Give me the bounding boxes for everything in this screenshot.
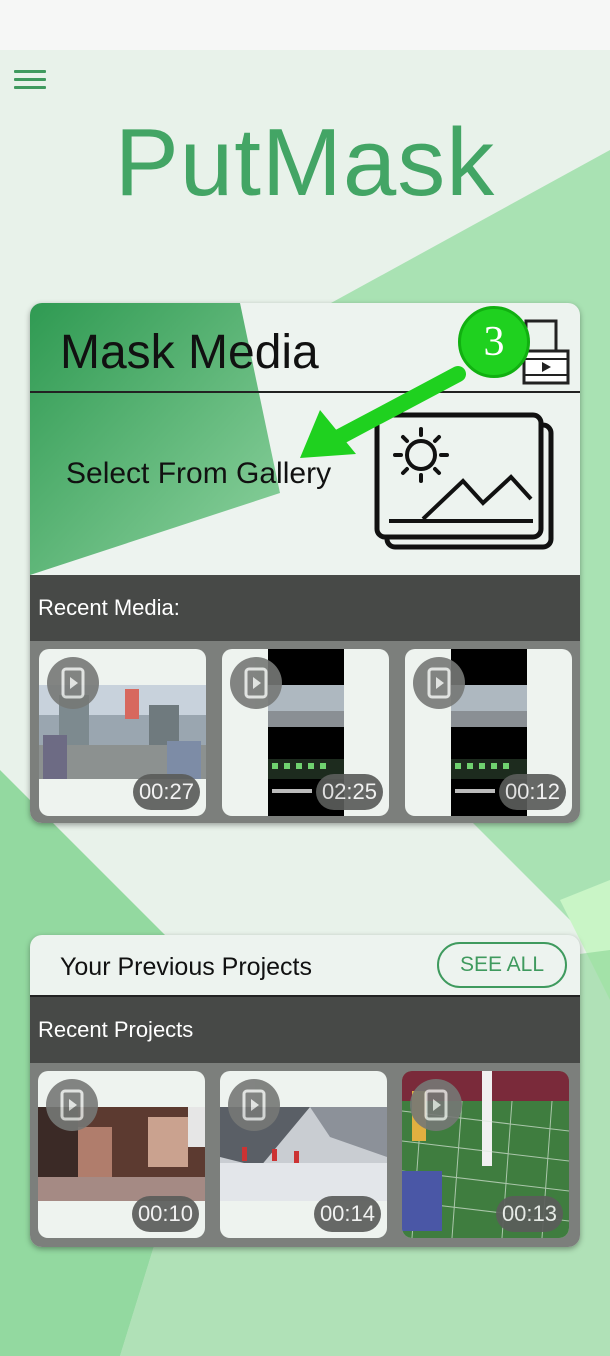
recent-project-item[interactable]: 00:10	[38, 1071, 205, 1238]
previous-projects-header: Your Previous Projects SEE ALL	[30, 935, 580, 997]
recent-media-item[interactable]: 02:25	[222, 649, 389, 816]
video-film-icon	[522, 319, 570, 385]
play-icon	[413, 657, 465, 709]
hamburger-menu-icon[interactable]	[14, 70, 46, 92]
see-all-button[interactable]: SEE ALL	[437, 942, 567, 988]
play-icon	[228, 1079, 280, 1131]
duration-badge: 00:10	[131, 1196, 199, 1232]
play-icon	[47, 657, 99, 709]
duration-badge: 00:14	[313, 1196, 381, 1232]
recent-project-item[interactable]: 00:13	[402, 1071, 569, 1238]
recent-project-item[interactable]: 00:14	[220, 1071, 387, 1238]
recent-media-list: 00:27 02:25 00:12	[30, 641, 580, 823]
annotation-arrow-icon	[300, 366, 466, 458]
step-number-badge: 3	[458, 306, 530, 378]
previous-projects-card: Your Previous Projects SEE ALL Recent Pr…	[30, 935, 580, 1247]
previous-projects-title: Your Previous Projects	[60, 953, 312, 981]
duration-badge: 02:25	[315, 774, 383, 810]
play-icon	[46, 1079, 98, 1131]
recent-projects-label: Recent Projects	[30, 997, 580, 1063]
play-icon	[230, 657, 282, 709]
duration-badge: 00:13	[495, 1196, 563, 1232]
duration-badge: 00:12	[498, 774, 566, 810]
duration-badge: 00:27	[132, 774, 200, 810]
mask-media-title: Mask Media	[60, 326, 319, 379]
recent-projects-list: 00:10 00:14 00:13	[30, 1063, 580, 1247]
play-icon	[410, 1079, 462, 1131]
status-bar	[0, 0, 610, 50]
app-title: PutMask	[114, 109, 496, 216]
recent-media-item[interactable]: 00:27	[39, 649, 206, 816]
recent-media-label: Recent Media:	[30, 575, 580, 641]
recent-media-item[interactable]: 00:12	[405, 649, 572, 816]
